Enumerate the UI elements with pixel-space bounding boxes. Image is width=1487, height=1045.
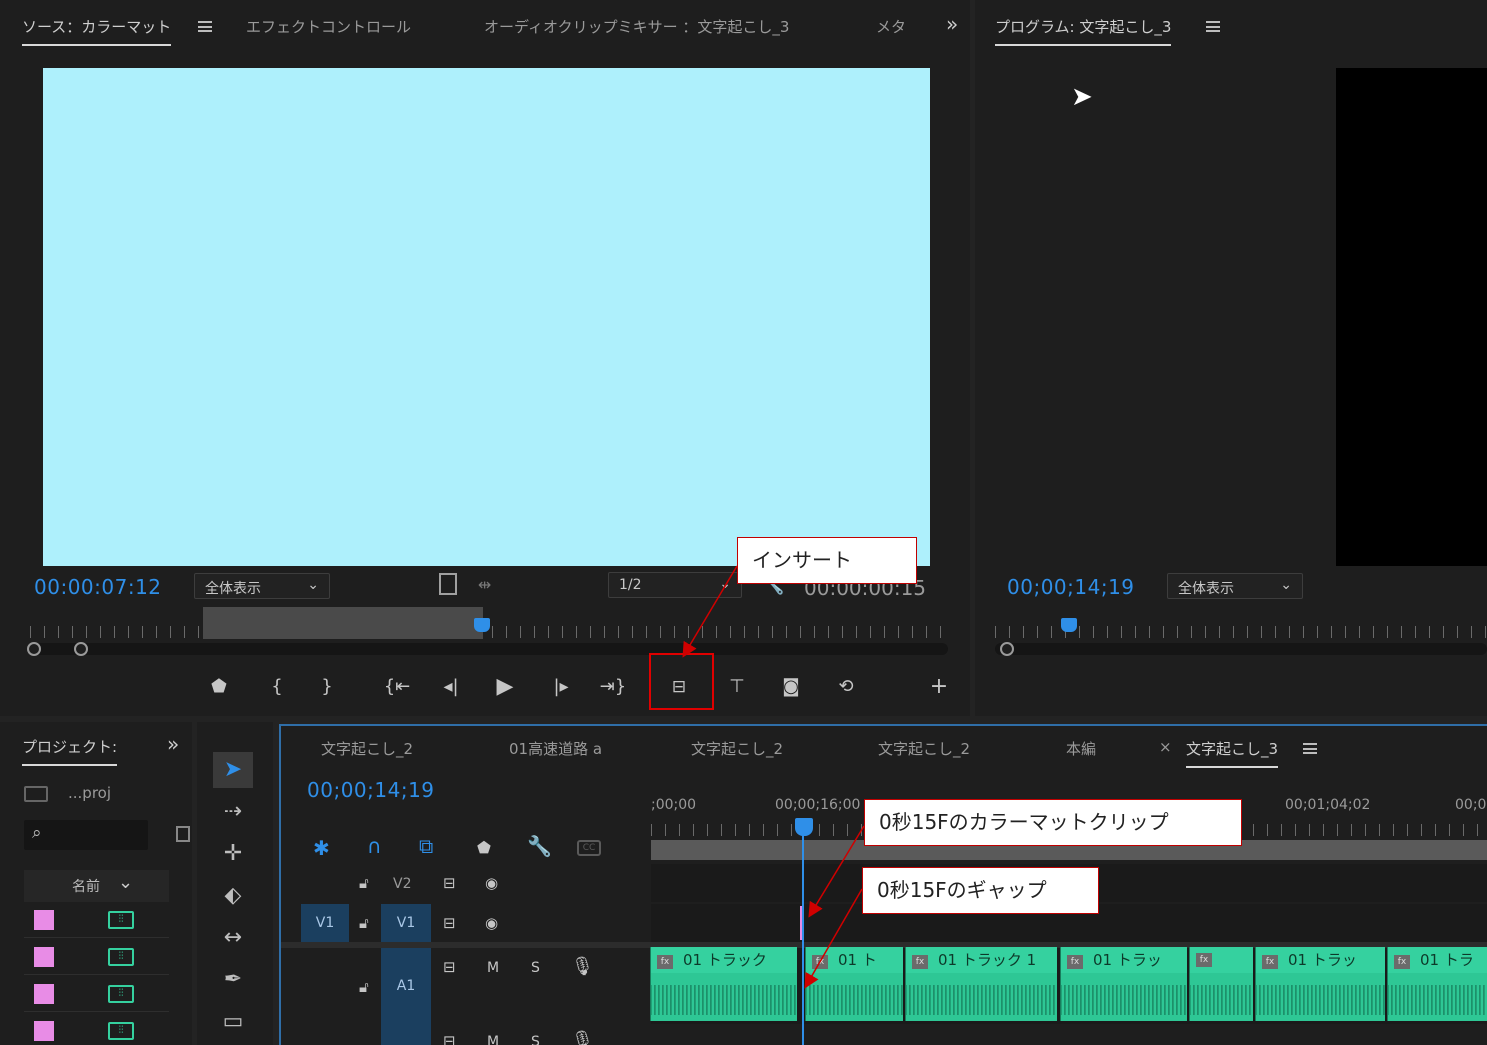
callout-color-matte-clip: 0秒15Fのカラーマットクリップ	[864, 799, 1242, 846]
callout-gap: 0秒15Fのギャップ	[862, 867, 1099, 914]
callout-insert: インサート	[737, 537, 917, 584]
color-matte-arrow	[808, 825, 865, 918]
gap-arrow	[804, 888, 863, 989]
insert-arrow	[682, 565, 738, 658]
annotation-arrows	[682, 565, 865, 989]
